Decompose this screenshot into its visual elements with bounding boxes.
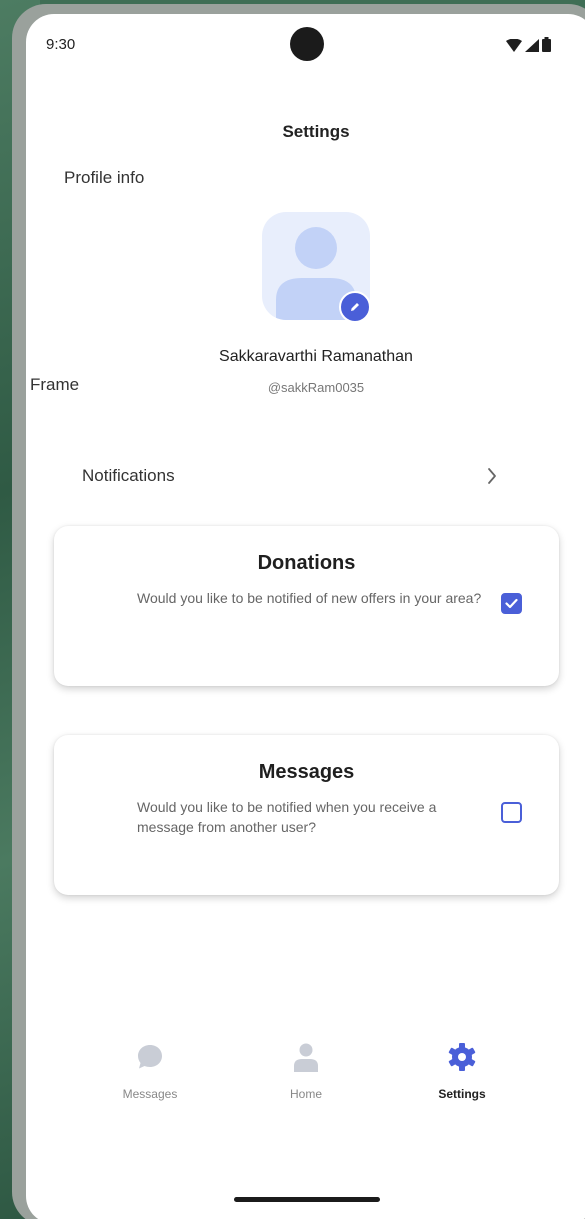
bottom-navigation: Messages Home Settings bbox=[26, 1039, 585, 1119]
frame-label: Frame bbox=[30, 375, 80, 394]
nav-item-home[interactable]: Home bbox=[246, 1039, 366, 1101]
card-title: Donations bbox=[257, 552, 356, 574]
home-indicator[interactable] bbox=[234, 1197, 380, 1202]
messages-card: Messages Would you like to be notified w… bbox=[54, 735, 559, 895]
notifications-row[interactable]: Notifications bbox=[82, 464, 502, 494]
signal-icon bbox=[525, 39, 539, 52]
checkmark-icon bbox=[505, 598, 518, 609]
battery-icon bbox=[542, 37, 551, 52]
profile-info-label: Profile info bbox=[64, 168, 145, 187]
notifications-label: Notifications bbox=[82, 466, 175, 485]
donations-checkbox[interactable] bbox=[501, 593, 522, 614]
chevron-right-icon bbox=[488, 468, 496, 484]
nav-label-home: Home bbox=[289, 1087, 322, 1101]
nav-item-settings[interactable]: Settings bbox=[402, 1039, 522, 1101]
status-icons bbox=[506, 37, 551, 52]
card-description: Would you like to be notified when you r… bbox=[137, 799, 437, 835]
card-title: Messages bbox=[258, 761, 355, 783]
person-icon bbox=[294, 1043, 318, 1072]
status-bar: 9:30 bbox=[26, 14, 585, 74]
camera-cutout bbox=[290, 27, 324, 61]
messages-checkbox[interactable] bbox=[501, 802, 522, 823]
nav-label-messages: Messages bbox=[122, 1087, 178, 1101]
page-title: Settings bbox=[282, 122, 350, 141]
user-name: Sakkaravarthi Ramanathan bbox=[219, 348, 413, 365]
status-time: 9:30 bbox=[46, 36, 76, 53]
donations-card: Donations Would you like to be notified … bbox=[54, 526, 559, 686]
card-description: Would you like to be notified of new off… bbox=[137, 590, 482, 606]
pencil-icon bbox=[351, 303, 359, 311]
nav-label-settings: Settings bbox=[438, 1087, 486, 1101]
edit-avatar-button[interactable] bbox=[339, 291, 371, 323]
wifi-icon bbox=[506, 39, 522, 52]
nav-item-messages[interactable]: Messages bbox=[90, 1039, 210, 1101]
user-handle: @sakkRam0035 bbox=[267, 380, 365, 395]
screen: 9:30 Settings Profile info Sakkaravarthi… bbox=[26, 14, 585, 1219]
chat-bubble-icon bbox=[138, 1045, 162, 1069]
gear-icon bbox=[448, 1043, 476, 1071]
